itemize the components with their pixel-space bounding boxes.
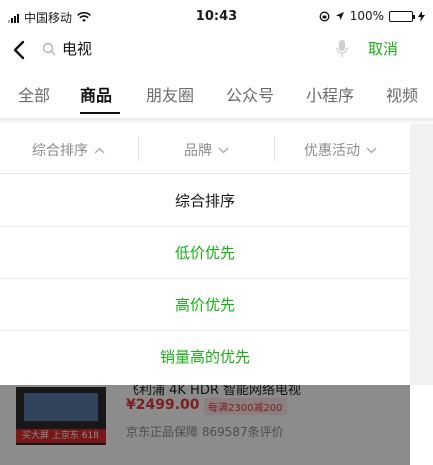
cancel-button[interactable]: 取消 (368, 38, 398, 59)
filter-divider (274, 136, 275, 162)
search-icon (42, 42, 56, 56)
dim-overlay[interactable] (0, 385, 410, 465)
location-arrow-icon (335, 12, 344, 20)
status-bar: 中国移动 10:43 100% (0, 0, 433, 34)
filter-brand-label: 品牌 (184, 143, 212, 159)
chevron-down-icon (366, 147, 377, 153)
filter-bar: 综合排序 品牌 优惠活动 (0, 124, 433, 174)
filter-promotions[interactable]: 优惠活动 (304, 140, 377, 160)
sort-option-sales[interactable]: 销量高的优先 (0, 331, 410, 383)
battery-icon (389, 10, 415, 22)
chevron-down-icon (218, 147, 229, 153)
battery-percent: 100% (349, 9, 384, 23)
filter-brand[interactable]: 品牌 (184, 140, 229, 160)
filter-divider (138, 136, 139, 162)
sort-option-price-high[interactable]: 高价优先 (0, 279, 410, 331)
sort-dropdown: 综合排序 低价优先 高价优先 销量高的优先 (0, 175, 410, 385)
tab-products[interactable]: 商品 (80, 82, 112, 106)
filter-sort[interactable]: 综合排序 (32, 140, 105, 160)
rotation-lock-icon (319, 11, 330, 21)
filter-promotions-label: 优惠活动 (304, 143, 360, 159)
active-tab-indicator (80, 112, 120, 114)
category-tabs: 全部 商品 朋友圈 公众号 小程序 视频 (0, 72, 433, 118)
status-right: 100% (319, 9, 425, 23)
microphone-icon[interactable] (336, 40, 348, 58)
search-input[interactable]: 电视 (62, 38, 92, 59)
back-icon[interactable] (8, 36, 32, 64)
sort-option-price-low[interactable]: 低价优先 (0, 227, 410, 279)
filter-sort-label: 综合排序 (32, 143, 88, 159)
charging-icon (418, 10, 425, 22)
tab-moments[interactable]: 朋友圈 (146, 82, 194, 106)
sort-option-default[interactable]: 综合排序 (0, 175, 410, 227)
tab-videos[interactable]: 视频 (386, 82, 418, 106)
tab-all[interactable]: 全部 (18, 82, 50, 106)
chevron-up-icon (94, 147, 105, 153)
tab-official-accounts[interactable]: 公众号 (226, 82, 274, 106)
tab-mini-programs[interactable]: 小程序 (306, 82, 354, 106)
search-header: 电视 取消 (0, 34, 433, 66)
